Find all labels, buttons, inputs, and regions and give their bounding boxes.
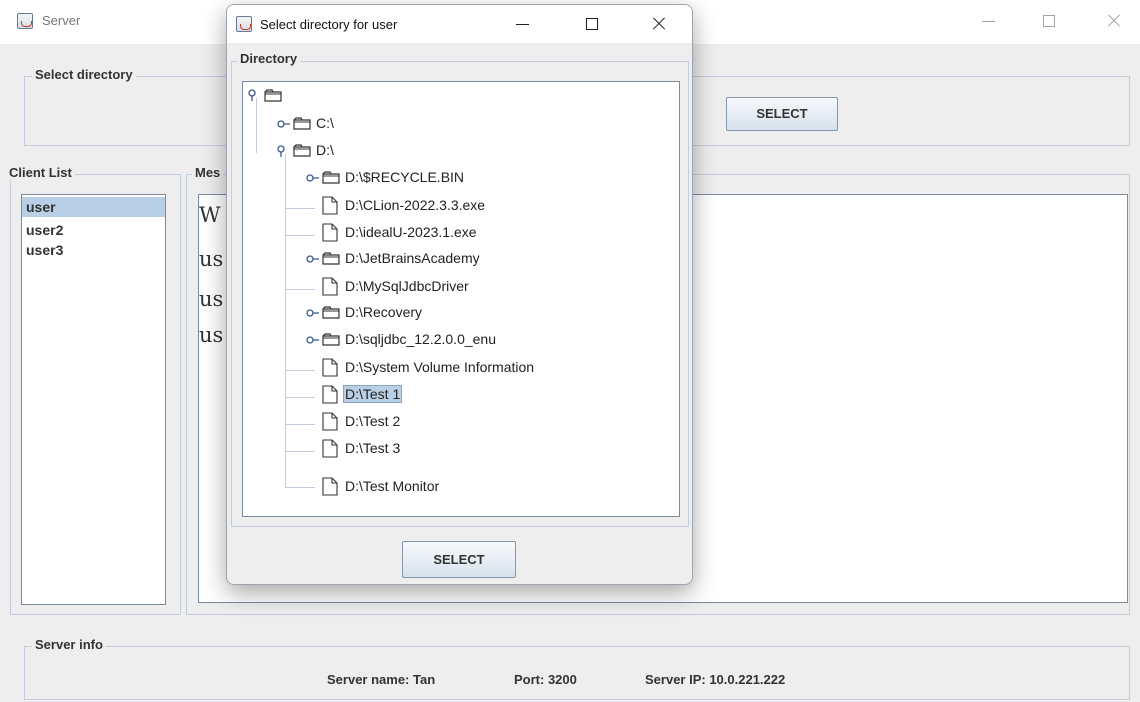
tree-connector (285, 370, 315, 371)
tree-node-label: D:\Recovery (345, 304, 423, 320)
folder-icon (322, 252, 340, 265)
tree-node-label: D:\Test 1 (343, 385, 403, 403)
tree-connector (256, 98, 257, 153)
message-line: us (199, 287, 224, 311)
server-info-legend: Server info (32, 637, 106, 652)
tree-node-label: D:\$RECYCLE.BIN (345, 169, 465, 185)
select-directory-dialog: Select directory for user Directory C:\ (226, 4, 693, 585)
minimize-icon[interactable] (514, 15, 532, 33)
close-icon[interactable] (650, 15, 668, 33)
client-list-item[interactable]: user (22, 197, 165, 217)
tree-collapsed-icon[interactable] (276, 118, 292, 130)
tree-node-label: D:\ (316, 142, 334, 158)
tree-node-label: D:\sqljdbc_12.2.0.0_enu (345, 331, 496, 347)
client-list-item[interactable]: user3 (22, 243, 165, 257)
tree-node-label: D:\idealU-2023.1.exe (345, 224, 477, 240)
tree-node-label: D:\JetBrainsAcademy (345, 250, 480, 266)
minimize-icon[interactable] (980, 12, 998, 30)
java-app-icon (236, 16, 252, 32)
client-list-item[interactable]: user2 (22, 217, 165, 243)
folder-icon (322, 333, 340, 346)
file-icon (322, 439, 338, 458)
maximize-icon[interactable] (583, 15, 601, 33)
message-line: W (199, 203, 221, 227)
tree-collapsed-icon[interactable] (305, 172, 321, 184)
tree-node-label: D:\CLion-2022.3.3.exe (345, 197, 486, 213)
file-icon (322, 196, 338, 215)
tree-connector (285, 208, 315, 209)
tree-expanded-icon[interactable] (247, 89, 259, 101)
tree-connector (285, 424, 315, 425)
folder-icon (293, 144, 311, 157)
dialog-titlebar[interactable]: Select directory for user (227, 5, 692, 43)
file-icon (322, 277, 338, 296)
port-label: Port: 3200 (514, 672, 577, 687)
file-icon (322, 358, 338, 377)
file-icon (322, 385, 338, 404)
tree-expanded-icon[interactable] (276, 145, 288, 157)
tree-connector (285, 397, 315, 398)
dialog-select-button[interactable]: SELECT (402, 541, 516, 578)
tree-collapsed-icon[interactable] (305, 253, 321, 265)
tree-collapsed-icon[interactable] (305, 334, 321, 346)
messages-legend: Mes (192, 165, 224, 180)
tree-node-label: D:\System Volume Information (345, 359, 535, 375)
maximize-icon[interactable] (1040, 12, 1058, 30)
client-list[interactable]: user user2 user3 (21, 194, 166, 605)
window-title: Server (42, 13, 81, 28)
close-icon[interactable] (1105, 12, 1123, 30)
directory-legend: Directory (237, 51, 301, 66)
tree-connector (285, 154, 286, 488)
server-name-label: Server name: Tan (327, 672, 436, 687)
server-ip-label: Server IP: 10.0.221.222 (645, 672, 786, 687)
client-list-legend: Client List (6, 165, 75, 180)
dialog-title: Select directory for user (260, 17, 398, 32)
message-line: us (199, 323, 224, 347)
directory-tree[interactable]: C:\ D:\ D:\$RECYCLE.BIN D:\CLion-2022.3.… (242, 81, 680, 517)
tree-connector (285, 235, 315, 236)
tree-node-label: D:\MySqlJdbcDriver (345, 278, 469, 294)
file-icon (322, 223, 338, 242)
folder-icon (293, 117, 311, 130)
tree-node-label: C:\ (316, 115, 334, 131)
file-icon (322, 412, 338, 431)
folder-icon (322, 171, 340, 184)
server-info-group (24, 646, 1130, 700)
tree-node-label: D:\Test 2 (345, 413, 401, 429)
tree-node-label: D:\Test Monitor (345, 478, 440, 494)
tree-collapsed-icon[interactable] (305, 307, 321, 319)
select-directory-legend: Select directory (32, 67, 136, 82)
folder-icon (264, 89, 282, 102)
file-icon (322, 477, 338, 496)
java-app-icon (17, 13, 33, 29)
folder-icon (322, 306, 340, 319)
message-line: us (199, 247, 224, 271)
tree-connector (285, 289, 315, 290)
tree-node-label: D:\Test 3 (345, 440, 401, 456)
select-directory-button[interactable]: SELECT (726, 97, 838, 131)
tree-connector (285, 451, 315, 452)
tree-connector (285, 487, 315, 488)
